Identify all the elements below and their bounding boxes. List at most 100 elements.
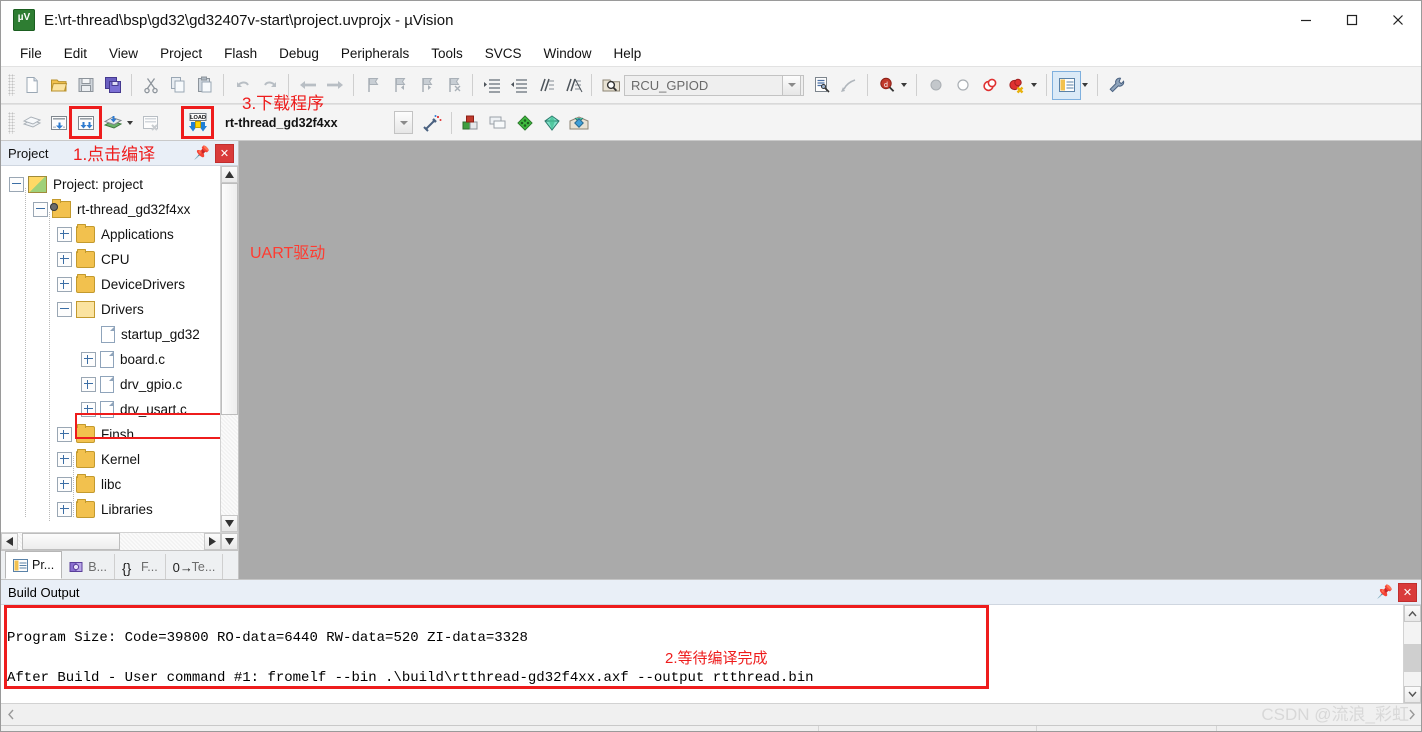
stop-build-icon[interactable] [137,109,164,136]
bookmark-clear-icon[interactable] [440,72,467,99]
expander-minus-icon[interactable] [57,302,72,317]
breakpoint-inactive-icon[interactable] [949,72,976,99]
scrollbar-thumb[interactable] [22,533,120,550]
project-tree-horizontal-scrollbar[interactable] [1,532,238,550]
bookmark-toggle-icon[interactable] [359,72,386,99]
kill-breakpoints-icon[interactable] [1003,72,1030,99]
scrollbar-track[interactable] [221,183,238,515]
toolbar-grip[interactable] [8,112,15,134]
bookmark-prev-icon[interactable] [386,72,413,99]
tab-project[interactable]: Pr... [5,551,62,579]
rebuild-all-icon[interactable] [72,109,99,136]
function-nav-icon[interactable] [835,72,862,99]
project-tree[interactable]: Project: project rt-thread_gd32f4xx Appl… [1,166,220,532]
tree-item-startup[interactable]: startup_gd32 [1,322,220,347]
tree-item-libraries[interactable]: Libraries [1,497,220,522]
debug-query-icon[interactable]: d [873,72,900,99]
scroll-right-chevron-right-icon[interactable] [1402,704,1421,725]
open-file-icon[interactable] [45,72,72,99]
copy-icon[interactable] [164,72,191,99]
tree-item-drivers[interactable]: Drivers [1,297,220,322]
expander-plus-icon[interactable] [81,377,96,392]
download-icon[interactable]: LOAD [184,109,211,136]
expander-plus-icon[interactable] [57,502,72,517]
toolbar-grip[interactable] [8,74,15,96]
project-window-icon[interactable] [1052,71,1081,100]
build-output-horizontal-scrollbar[interactable] [1,703,1421,725]
maximize-button[interactable] [1329,1,1375,39]
bookmark-next-icon[interactable] [413,72,440,99]
batch-build-icon[interactable] [99,109,126,136]
scroll-up-chevron-up-icon[interactable] [1404,605,1421,622]
expander-minus-icon[interactable] [33,202,48,217]
pin-icon[interactable]: 📌 [194,145,210,161]
build-output-text[interactable]: Program Size: Code=39800 RO-data=6440 RW… [1,605,1403,703]
tree-item-applications[interactable]: Applications [1,222,220,247]
close-button[interactable] [1375,1,1421,39]
expander-minus-icon[interactable] [9,177,24,192]
breakpoint-disabled-icon[interactable] [922,72,949,99]
cut-icon[interactable] [137,72,164,99]
tree-item-drv-gpio-c[interactable]: drv_gpio.c [1,372,220,397]
editor-area[interactable]: UART驱动 [239,141,1421,579]
close-icon[interactable]: ✕ [1398,583,1417,602]
menu-edit[interactable]: Edit [53,43,98,64]
pack-installer-icon[interactable] [511,109,538,136]
manage-runtime-icon[interactable] [538,109,565,136]
find-input[interactable]: RCU_GPIOD [624,75,804,96]
scroll-up-arrow-icon[interactable] [221,166,238,183]
tree-item-cpu[interactable]: CPU [1,247,220,272]
menu-help[interactable]: Help [603,43,653,64]
target-options-wizard-icon[interactable] [419,109,446,136]
pin-icon[interactable]: 📌 [1377,584,1393,600]
expander-plus-icon[interactable] [57,252,72,267]
minimize-button[interactable] [1283,1,1329,39]
tree-item-project[interactable]: Project: project [1,172,220,197]
expander-plus-icon[interactable] [57,427,72,442]
scrollbar-thumb[interactable] [221,183,238,415]
batch-build-chevron-down-icon[interactable] [127,121,133,125]
project-tree-vertical-scrollbar[interactable] [220,166,238,532]
tree-item-kernel[interactable]: Kernel [1,447,220,472]
menu-debug[interactable]: Debug [268,43,330,64]
scrollbar-track[interactable] [18,533,204,550]
menu-project[interactable]: Project [149,43,213,64]
browse-info-icon[interactable] [808,72,835,99]
expander-plus-icon[interactable] [57,477,72,492]
menu-file[interactable]: File [9,43,53,64]
find-in-files-icon[interactable] [597,72,624,99]
kill-breakpoints-chevron-down-icon[interactable] [1031,83,1037,87]
tab-books[interactable]: B... [62,554,115,579]
tab-functions[interactable]: {} F... [115,554,166,579]
expander-plus-icon[interactable] [57,452,72,467]
uncomment-icon[interactable] [559,72,586,99]
menu-view[interactable]: View [98,43,149,64]
save-icon[interactable] [72,72,99,99]
manage-components-icon[interactable] [457,109,484,136]
target-select[interactable]: rt-thread_gd32f4xx [219,111,394,134]
tree-item-board-c[interactable]: board.c [1,347,220,372]
pack-manager-icon[interactable] [565,109,592,136]
scrollbar-track[interactable] [1404,622,1421,686]
tree-item-libc[interactable]: libc [1,472,220,497]
menu-flash[interactable]: Flash [213,43,268,64]
scroll-right-arrow-icon[interactable] [204,533,221,550]
new-file-icon[interactable] [18,72,45,99]
expander-plus-icon[interactable] [57,277,72,292]
indent-right-icon[interactable] [478,72,505,99]
target-dropdown-chevron-down-icon[interactable] [394,111,413,134]
close-icon[interactable]: ✕ [215,144,234,163]
scroll-left-arrow-icon[interactable] [1,533,18,550]
menu-window[interactable]: Window [532,43,602,64]
menu-peripherals[interactable]: Peripherals [330,43,420,64]
tree-item-devicedrivers[interactable]: DeviceDrivers [1,272,220,297]
multi-project-icon[interactable] [484,109,511,136]
build-output-vertical-scrollbar[interactable] [1403,605,1421,703]
project-window-chevron-down-icon[interactable] [1082,83,1088,87]
build-target-icon[interactable] [45,109,72,136]
tree-item-target[interactable]: rt-thread_gd32f4xx [1,197,220,222]
scroll-down-arrow-icon[interactable] [221,515,238,532]
breakpoint-icon[interactable] [976,72,1003,99]
debug-query-chevron-down-icon[interactable] [901,83,907,87]
comment-icon[interactable] [532,72,559,99]
